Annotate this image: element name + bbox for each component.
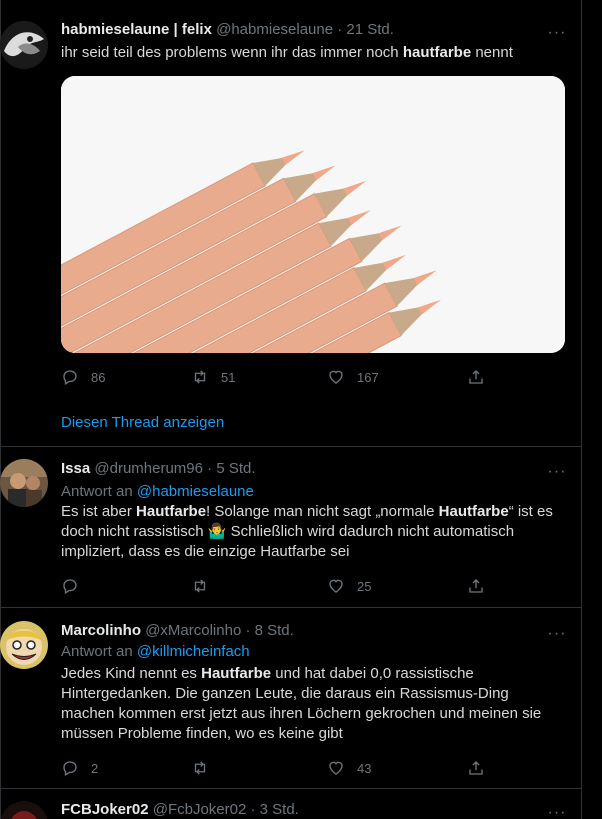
tweet-header: Marcolinho @xMarcolinho · 8 Std. [61, 622, 294, 639]
handle[interactable]: @habmieselaune [216, 21, 333, 38]
reply-count: 86 [91, 369, 106, 385]
show-thread-link[interactable]: Diesen Thread anzeigen [61, 414, 224, 431]
retweet-icon [194, 579, 206, 593]
reply-icon [63, 370, 77, 385]
like-button[interactable]: 167 [327, 367, 379, 387]
reply-context: Antwort an @killmicheinfach [61, 643, 250, 660]
heart-icon [329, 370, 343, 384]
heart-icon [329, 579, 343, 593]
display-name[interactable]: habmieselaune | felix [61, 21, 212, 38]
tweet-header: FCBJoker02 @FcbJoker02 · 3 Std. [61, 801, 299, 818]
tweet-actions: 2 43 [61, 758, 561, 778]
handle[interactable]: @drumherum96 [94, 460, 203, 477]
like-button[interactable]: 25 [327, 576, 371, 596]
tweet-issa[interactable]: Issa @drumherum96 · 5 Std. ··· Antwort a… [0, 447, 582, 607]
reply-icon [63, 761, 77, 776]
more-options-icon[interactable]: ··· [547, 625, 567, 642]
like-count: 167 [357, 369, 379, 385]
reply-to-link[interactable]: @habmieselaune [137, 483, 254, 500]
share-button[interactable] [467, 367, 497, 387]
tweet-text: ihr seid teil des problems wenn ihr das … [61, 44, 513, 61]
tweet-header: habmieselaune | felix @habmieselaune · 2… [61, 21, 394, 38]
shrug-emoji: 🤷‍♂️ [207, 523, 227, 540]
more-options-icon[interactable]: ··· [547, 24, 567, 41]
retweet-button[interactable] [191, 758, 221, 778]
avatar[interactable] [0, 801, 48, 819]
share-icon [469, 370, 483, 384]
reply-count: 2 [91, 760, 99, 776]
share-button[interactable] [467, 576, 497, 596]
heart-icon [329, 761, 343, 775]
display-name[interactable]: Marcolinho [61, 622, 141, 639]
handle[interactable]: @xMarcolinho [145, 622, 241, 639]
retweet-count: 51 [221, 369, 236, 385]
avatar[interactable] [0, 459, 48, 507]
retweet-button[interactable] [191, 576, 221, 596]
timestamp[interactable]: · 8 Std. [245, 622, 293, 639]
reply-icon [63, 579, 77, 594]
tweet-text: Jedes Kind nennt es Hautfarbe und hat da… [61, 665, 542, 742]
display-name[interactable]: Issa [61, 460, 90, 477]
display-name[interactable]: FCBJoker02 [61, 801, 149, 818]
reply-button[interactable]: 2 [61, 758, 98, 778]
tweet-habmieselaune[interactable]: habmieselaune | felix @habmieselaune · 2… [0, 0, 582, 446]
tweet-actions: 86 51 167 [61, 367, 561, 387]
tweet-fcbjoker02[interactable]: FCBJoker02 @FcbJoker02 · 3 Std. ··· [0, 789, 582, 819]
reply-to-link[interactable]: @killmicheinfach [137, 643, 250, 660]
timestamp[interactable]: · 5 Std. [207, 460, 255, 477]
avatar[interactable] [0, 621, 48, 669]
timestamp[interactable]: · 21 Std. [337, 21, 394, 38]
reply-button[interactable]: 86 [61, 367, 105, 387]
share-icon [469, 761, 483, 775]
retweet-button[interactable]: 51 [191, 367, 235, 387]
tweet-actions: 25 [61, 576, 561, 596]
retweet-icon [194, 761, 206, 775]
tweet-marcolinho[interactable]: Marcolinho @xMarcolinho · 8 Std. ··· Ant… [0, 608, 582, 788]
timestamp[interactable]: · 3 Std. [251, 801, 299, 818]
more-options-icon[interactable]: ··· [547, 804, 567, 819]
more-options-icon[interactable]: ··· [547, 463, 567, 480]
tweet-text: Es ist aber Hautfarbe! Solange man nicht… [61, 503, 553, 560]
share-button[interactable] [467, 758, 497, 778]
reply-context: Antwort an @habmieselaune [61, 483, 254, 500]
like-count: 25 [357, 578, 372, 594]
tweet-image-colored-pencils[interactable] [61, 76, 565, 353]
like-count: 43 [357, 760, 372, 776]
retweet-icon [194, 370, 206, 384]
like-button[interactable]: 43 [327, 758, 371, 778]
handle[interactable]: @FcbJoker02 [153, 801, 247, 818]
tweet-header: Issa @drumherum96 · 5 Std. [61, 460, 256, 477]
share-icon [469, 579, 483, 593]
reply-button[interactable] [61, 576, 91, 596]
avatar[interactable] [0, 21, 48, 69]
